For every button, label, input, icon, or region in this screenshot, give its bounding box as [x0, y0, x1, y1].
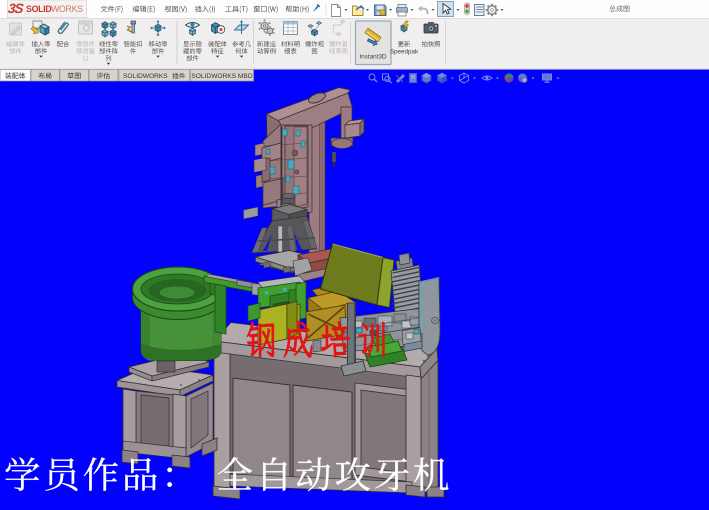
- svg-text:WORKS: WORKS: [51, 4, 83, 14]
- svg-text:Instant3D: Instant3D: [359, 54, 387, 61]
- svg-text:SOLID: SOLID: [26, 4, 51, 14]
- svg-text:SOLIDWORKS MBD: SOLIDWORKS MBD: [191, 73, 252, 80]
- svg-text:Speedpak: Speedpak: [390, 48, 419, 55]
- svg-text:SOLIDWORKS: SOLIDWORKS: [123, 73, 168, 80]
- svg-text:3S: 3S: [7, 1, 24, 16]
